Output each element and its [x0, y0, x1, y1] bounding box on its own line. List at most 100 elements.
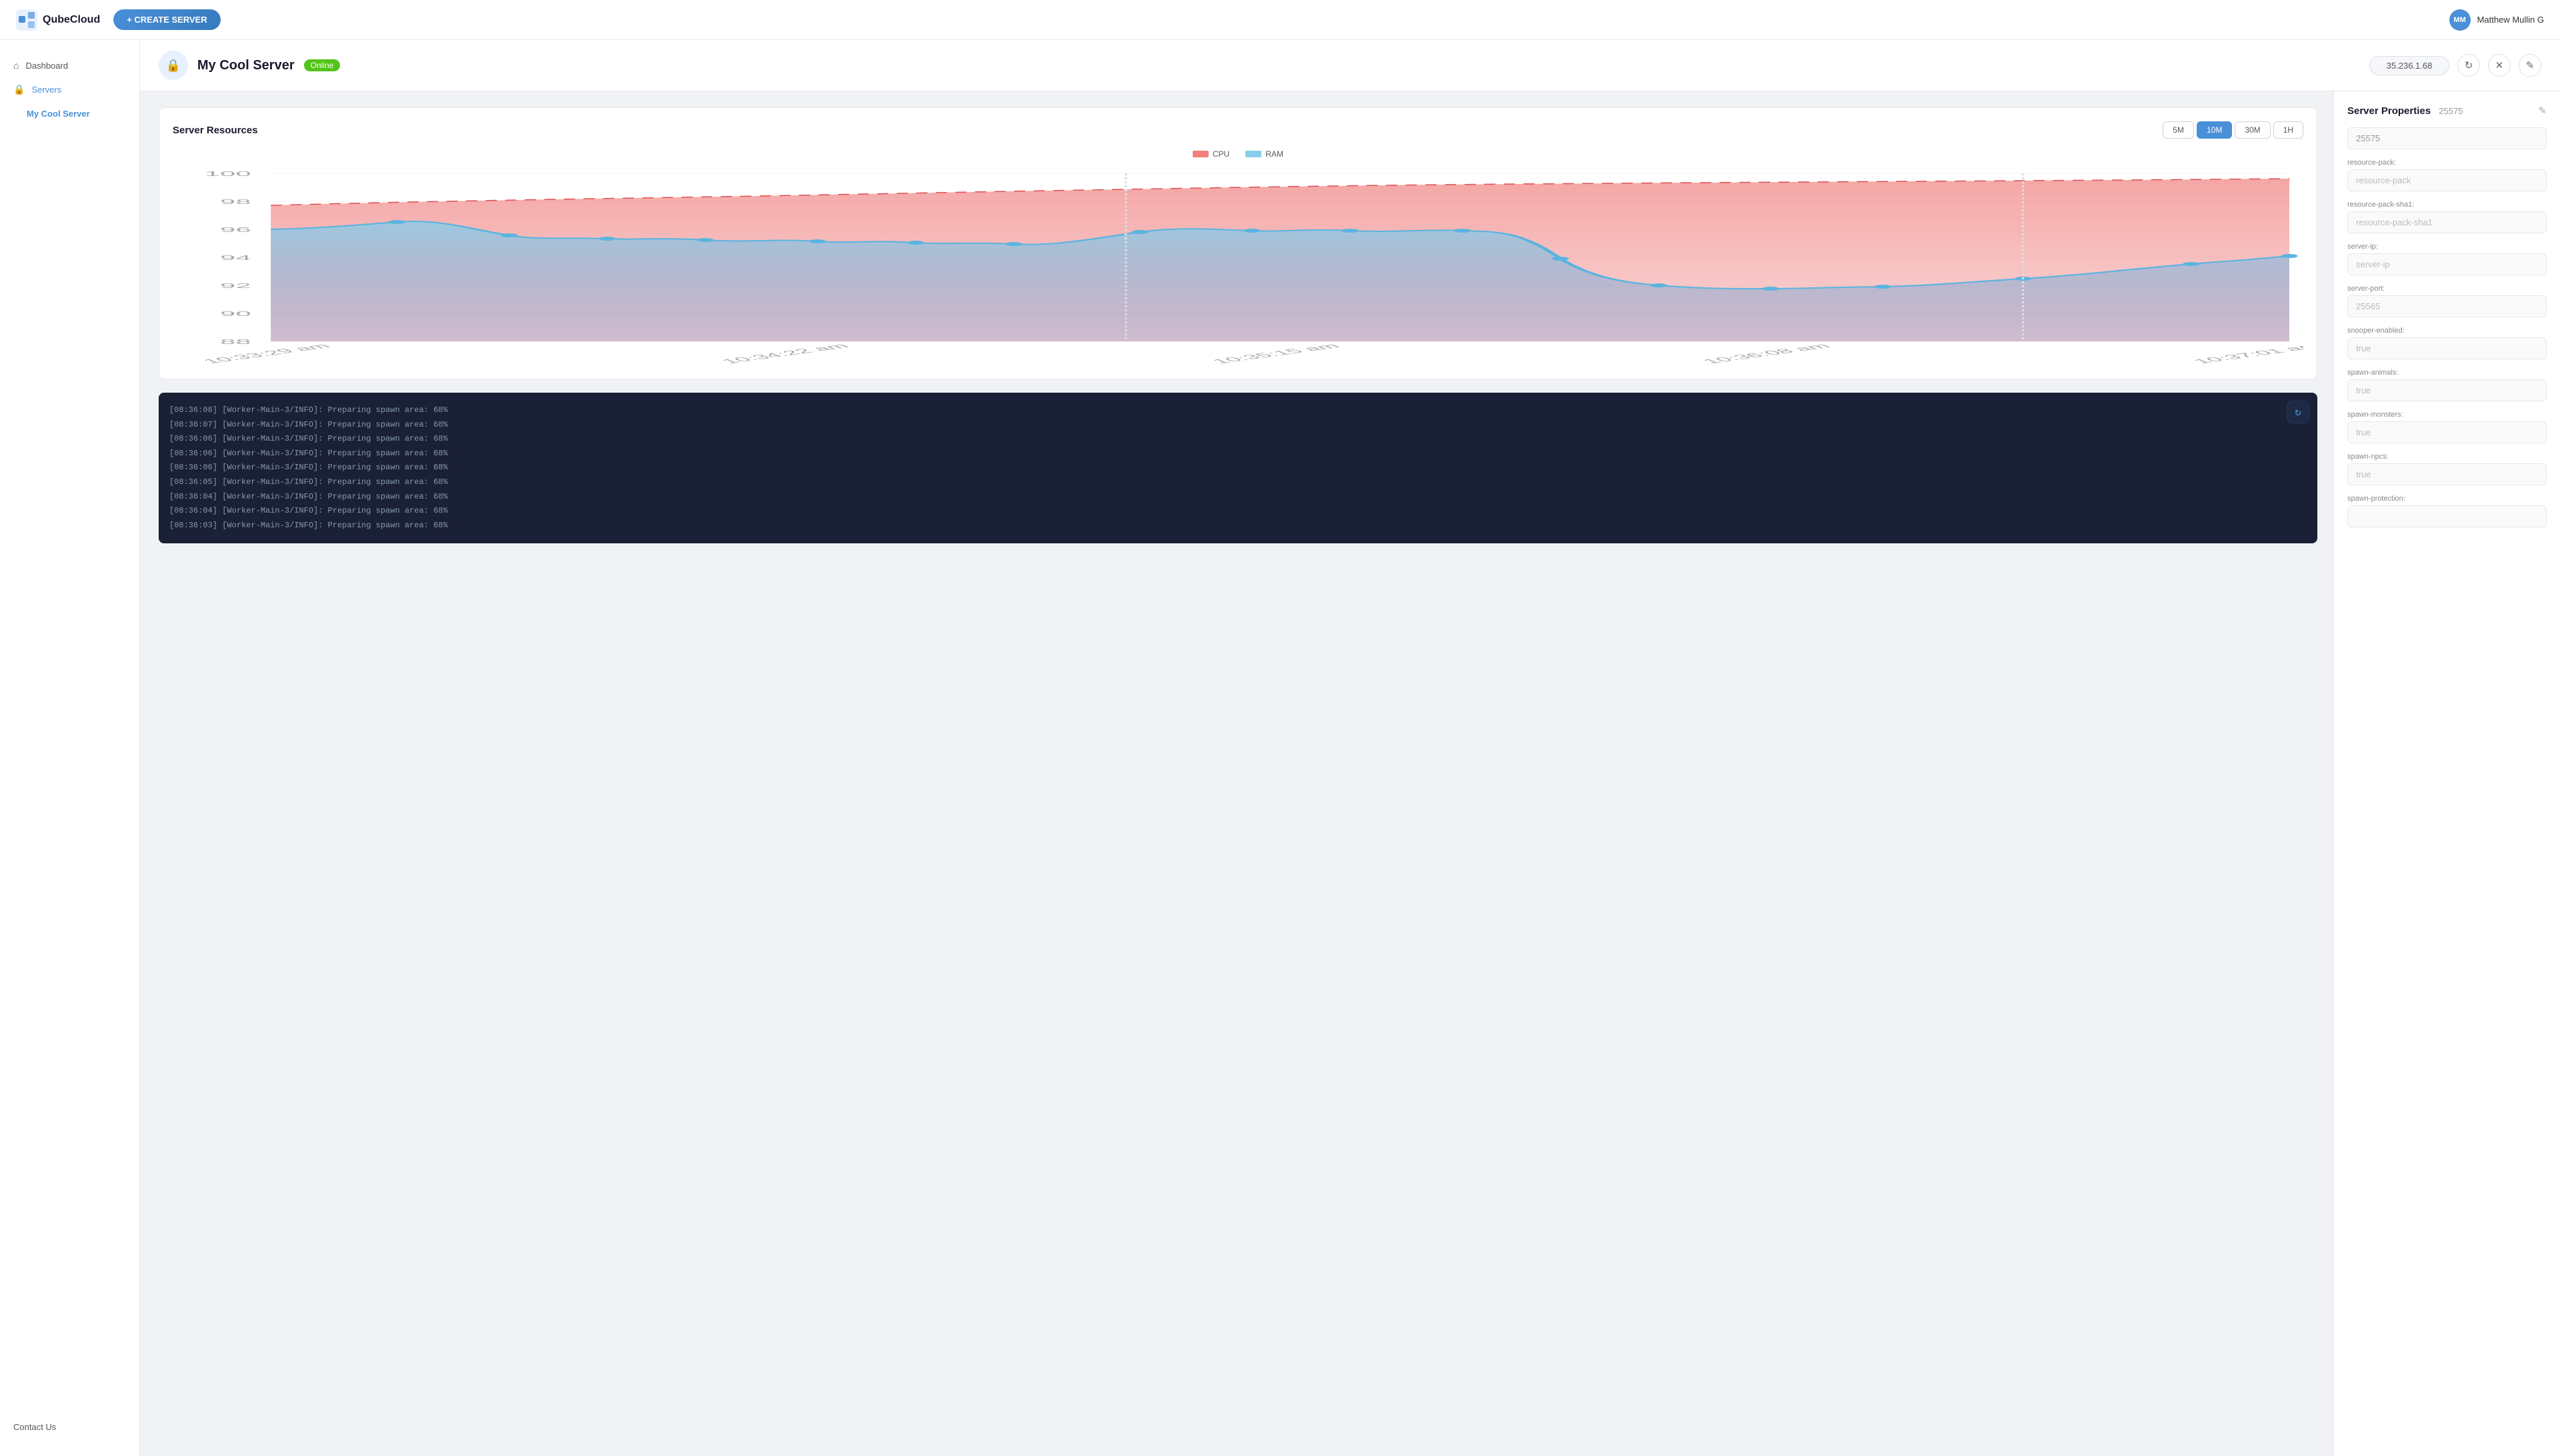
console-refresh-button[interactable]: ↻ [2287, 401, 2309, 423]
cpu-legend: CPU [1193, 149, 1229, 159]
ram-dot [1762, 287, 1779, 291]
sidebar-servers-label: Servers [31, 85, 61, 95]
lock-icon: 🔒 [13, 84, 25, 95]
spawn-npcs-input[interactable] [2347, 463, 2547, 485]
time-1h-button[interactable]: 1H [2273, 121, 2303, 139]
ram-dot [1454, 229, 1471, 233]
spawn-animals-group: spawn-animals: [2347, 369, 2547, 401]
props-port: 25575 [2439, 106, 2463, 116]
resource-pack-sha1-input[interactable] [2347, 211, 2547, 233]
time-5m-button[interactable]: 5M [2163, 121, 2194, 139]
edit-server-button[interactable]: ✎ [2519, 54, 2541, 77]
resource-pack-group: resource-pack: [2347, 159, 2547, 191]
time-30m-button[interactable]: 30M [2235, 121, 2270, 139]
svg-text:98: 98 [220, 198, 251, 205]
console-line-6: [08:36:05] [Worker-Main-3/INFO]: Prepari… [169, 475, 2307, 490]
spawn-monsters-input[interactable] [2347, 421, 2547, 443]
spawn-protection-input[interactable] [2347, 505, 2547, 527]
ram-dot [1875, 285, 1891, 289]
refresh-server-button[interactable]: ↻ [2457, 54, 2480, 77]
svg-text:90: 90 [220, 310, 251, 317]
ram-dot [1243, 229, 1260, 233]
console-line-9: [08:36:03] [Worker-Main-3/INFO]: Prepari… [169, 519, 2307, 533]
sidebar-nav: ⌂ Dashboard 🔒 Servers My Cool Server [0, 53, 139, 125]
snooper-enabled-label: snooper-enabled: [2347, 327, 2547, 335]
ram-dot [1131, 230, 1148, 234]
ram-dot [599, 237, 615, 241]
server-header: 🔒 My Cool Server Online 35.236.1.68 ↻ ✕ … [140, 40, 2560, 91]
app-header: QubeCloud + CREATE SERVER MM Matthew Mul… [0, 0, 2560, 40]
console-line-2: [08:36:07] [Worker-Main-3/INFO]: Prepari… [169, 418, 2307, 433]
svg-text:10:37:01 am: 10:37:01 am [2189, 342, 2303, 365]
snooper-enabled-input[interactable] [2347, 337, 2547, 359]
cpu-legend-color [1193, 151, 1209, 157]
ram-dot [2281, 254, 2297, 258]
server-port-input[interactable] [2347, 295, 2547, 317]
port-field-group [2347, 127, 2547, 149]
ram-dot [1342, 229, 1359, 233]
svg-text:10:35:15 am: 10:35:15 am [1208, 342, 1343, 365]
svg-text:100: 100 [205, 170, 251, 177]
ram-dot [1005, 242, 1022, 246]
header-left: QubeCloud + CREATE SERVER [16, 9, 221, 31]
stop-server-button[interactable]: ✕ [2488, 54, 2511, 77]
console-line-7: [08:36:04] [Worker-Main-3/INFO]: Prepari… [169, 490, 2307, 505]
main-panel: Server Resources 5M 10M 30M 1H CPU [140, 91, 2333, 1456]
sidebar-item-dashboard[interactable]: ⌂ Dashboard [0, 53, 139, 77]
contact-us-link[interactable]: Contact Us [0, 1411, 139, 1443]
console-line-8: [08:36:04] [Worker-Main-3/INFO]: Prepari… [169, 504, 2307, 519]
resource-pack-input[interactable] [2347, 169, 2547, 191]
chart-header: Server Resources 5M 10M 30M 1H [173, 121, 2303, 139]
ram-dot [1552, 257, 1569, 261]
sidebar-my-cool-server-label: My Cool Server [27, 109, 90, 119]
cpu-legend-label: CPU [1213, 149, 1229, 159]
spawn-protection-label: spawn-protection: [2347, 495, 2547, 503]
logo-text: QubeCloud [43, 14, 100, 26]
server-header-left: 🔒 My Cool Server Online [159, 51, 340, 80]
spawn-npcs-group: spawn-npcs: [2347, 453, 2547, 485]
sidebar-dashboard-label: Dashboard [25, 61, 68, 71]
svg-text:88: 88 [220, 338, 251, 345]
server-port-group: server-port: [2347, 285, 2547, 317]
ram-dot [389, 220, 405, 224]
props-edit-button[interactable]: ✎ [2538, 105, 2547, 117]
ram-dot [907, 241, 924, 245]
console-line-4: [08:36:06] [Worker-Main-3/INFO]: Prepari… [169, 447, 2307, 461]
server-port-label: server-port: [2347, 285, 2547, 293]
ram-dot [2183, 262, 2199, 266]
spawn-protection-group: spawn-protection: [2347, 495, 2547, 527]
create-server-button[interactable]: + CREATE SERVER [113, 9, 221, 30]
home-icon: ⌂ [13, 60, 19, 71]
port-field[interactable] [2347, 127, 2547, 149]
spawn-monsters-label: spawn-monsters: [2347, 411, 2547, 419]
spawn-animals-label: spawn-animals: [2347, 369, 2547, 377]
chart-legend: CPU RAM [173, 149, 2303, 159]
time-filters: 5M 10M 30M 1H [2163, 121, 2303, 139]
resource-pack-label: resource-pack: [2347, 159, 2547, 167]
main-content: 🔒 My Cool Server Online 35.236.1.68 ↻ ✕ … [140, 40, 2560, 1456]
resource-pack-sha1-group: resource-pack-sha1: [2347, 201, 2547, 233]
svg-text:10:36:08 am: 10:36:08 am [1699, 342, 1834, 365]
ram-dot [697, 238, 713, 242]
svg-text:94: 94 [220, 254, 251, 261]
spawn-npcs-label: spawn-npcs: [2347, 453, 2547, 461]
logo-icon [16, 9, 37, 31]
ram-legend-color [1245, 151, 1261, 157]
spawn-animals-input[interactable] [2347, 379, 2547, 401]
console-line-3: [08:36:06] [Worker-Main-3/INFO]: Prepari… [169, 432, 2307, 447]
header-right: MM Matthew Mullin G [2449, 9, 2544, 31]
svg-text:10:34:22 am: 10:34:22 am [717, 342, 853, 365]
console-line-1: [08:36:08] [Worker-Main-3/INFO]: Prepari… [169, 403, 2307, 418]
server-ip-group: server-ip: [2347, 243, 2547, 275]
server-ip-input[interactable] [2347, 253, 2547, 275]
spawn-monsters-group: spawn-monsters: [2347, 411, 2547, 443]
console-line-5: [08:36:06] [Worker-Main-3/INFO]: Prepari… [169, 461, 2307, 475]
sidebar-item-servers[interactable]: 🔒 Servers [0, 77, 139, 102]
ip-address: 35.236.1.68 [2369, 56, 2449, 75]
sidebar-item-my-cool-server[interactable]: My Cool Server [0, 102, 139, 125]
main-layout: ⌂ Dashboard 🔒 Servers My Cool Server Con… [0, 40, 2560, 1456]
ram-legend: RAM [1245, 149, 1283, 159]
server-title: My Cool Server [197, 58, 295, 73]
time-10m-button[interactable]: 10M [2197, 121, 2232, 139]
ram-dot [501, 233, 517, 237]
